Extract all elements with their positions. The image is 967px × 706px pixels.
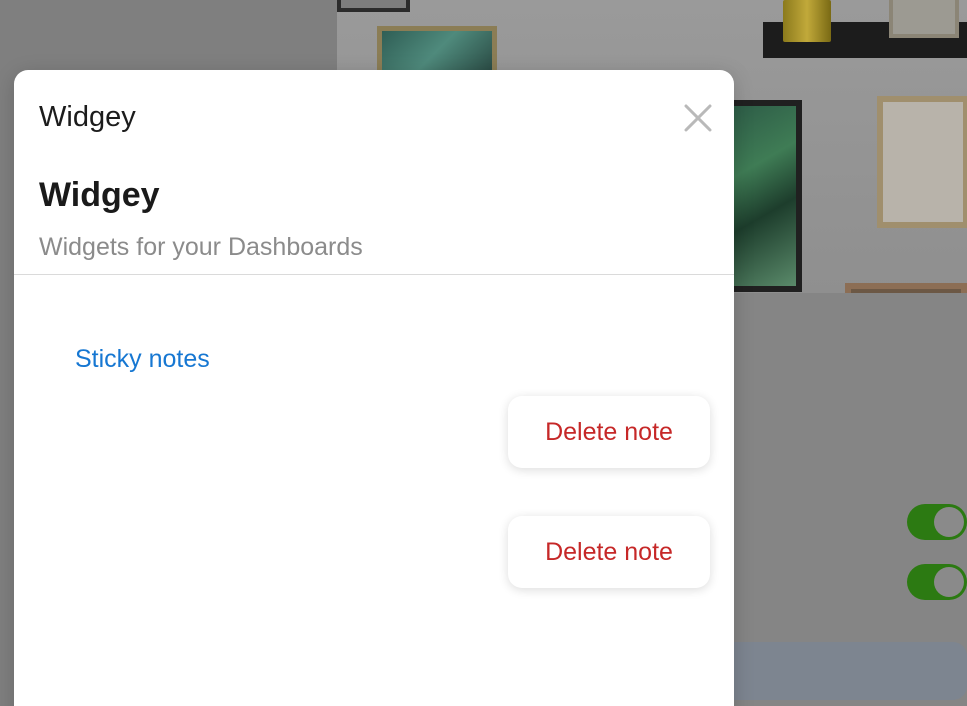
picture-frame: [337, 0, 410, 12]
close-button[interactable]: [680, 100, 716, 136]
delete-note-button[interactable]: Delete note: [508, 396, 710, 468]
picture-frame: [877, 96, 967, 228]
app-name: Widgey: [39, 176, 160, 214]
widget-modal: Widgey Widgey Widgets for your Dashboard…: [14, 70, 734, 706]
toggle-knob: [934, 567, 964, 597]
close-icon: [684, 104, 712, 132]
toggle-switch[interactable]: [907, 564, 967, 600]
screen: r Widgey Widgey Widgets for your Dashboa…: [0, 0, 967, 706]
background-button[interactable]: r: [720, 642, 967, 700]
toggle-switch[interactable]: [907, 504, 967, 540]
sticky-notes-link[interactable]: Sticky notes: [75, 345, 210, 374]
toggle-knob: [934, 507, 964, 537]
picture-frame: [889, 0, 959, 38]
divider: [14, 274, 734, 275]
plant-pot: [783, 0, 831, 42]
modal-title: Widgey: [39, 101, 136, 133]
app-tagline: Widgets for your Dashboards: [39, 233, 363, 261]
picture-frame: [845, 283, 967, 293]
delete-note-button[interactable]: Delete note: [508, 516, 710, 588]
picture-frame: [377, 26, 497, 76]
